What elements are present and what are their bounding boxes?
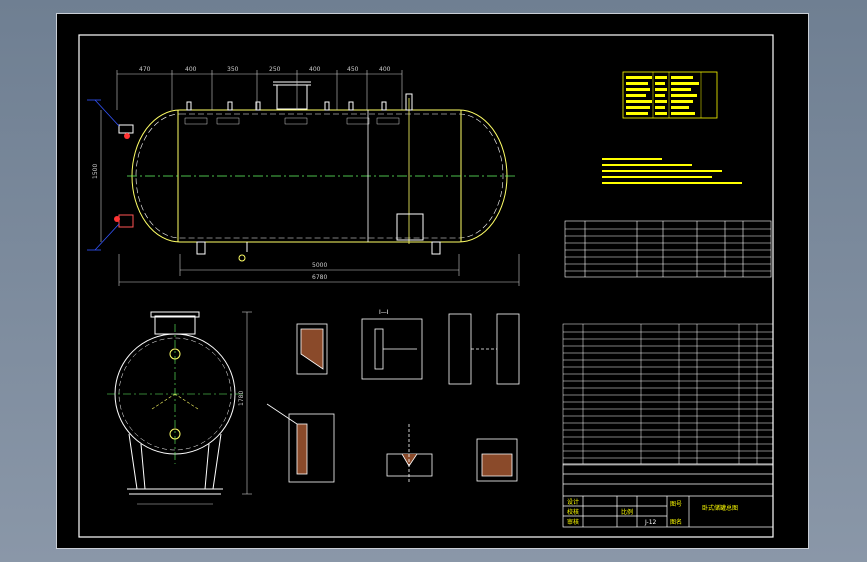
detail-f — [476, 438, 518, 482]
dim-top-4: 250 — [269, 66, 281, 73]
dim-top-2: 400 — [185, 66, 197, 73]
detail-b: I—I — [361, 309, 423, 380]
parts-list — [562, 323, 774, 466]
vessel-front-view — [107, 311, 243, 495]
title-cell-approver: 审核 — [567, 518, 579, 526]
dim-top-1: 470 — [139, 66, 151, 73]
bottom-dimensions: 5000 6780 1500 — [92, 110, 520, 286]
dim-top-7: 400 — [379, 66, 391, 73]
title-cell-name-label: 图名 — [670, 518, 682, 526]
dim-inner-length: 5000 — [312, 262, 327, 269]
dim-top-6: 450 — [347, 66, 359, 73]
detail-c — [448, 313, 520, 385]
dim-top-5: 400 — [309, 66, 321, 73]
top-dimension-chain: 470 400 350 250 400 450 400 — [116, 66, 403, 125]
title-cell-drawing-no: J-12 — [644, 519, 657, 526]
nozzle-table — [564, 220, 772, 278]
dim-front-height: 1780 — [238, 391, 245, 406]
technical-notes — [602, 158, 742, 184]
cad-drawing: 470 400 350 250 400 450 400 5000 6780 15… — [78, 34, 774, 538]
vessel-side-view — [114, 81, 517, 262]
design-spec-table — [622, 71, 718, 119]
dim-left-vertical: 1500 — [92, 164, 99, 179]
dim-top-3: 350 — [227, 66, 239, 73]
title-cell-designer: 设计 — [567, 498, 579, 506]
detail-d — [266, 403, 335, 483]
title-cell-name: 卧式储罐总图 — [702, 504, 738, 512]
title-cell-drawing-no-label: 图号 — [670, 501, 682, 508]
detail-e — [386, 424, 433, 484]
section-label-i: I—I — [379, 309, 389, 316]
drawing-sheet: 470 400 350 250 400 450 400 5000 6780 15… — [57, 14, 808, 548]
dim-overall-length: 6780 — [312, 274, 327, 281]
title-block — [562, 463, 774, 528]
title-cell-checker: 校核 — [567, 508, 579, 516]
title-cell-scale: 比例 — [621, 508, 633, 516]
front-dimensions: 1780 — [137, 311, 252, 505]
detail-a — [296, 323, 328, 375]
